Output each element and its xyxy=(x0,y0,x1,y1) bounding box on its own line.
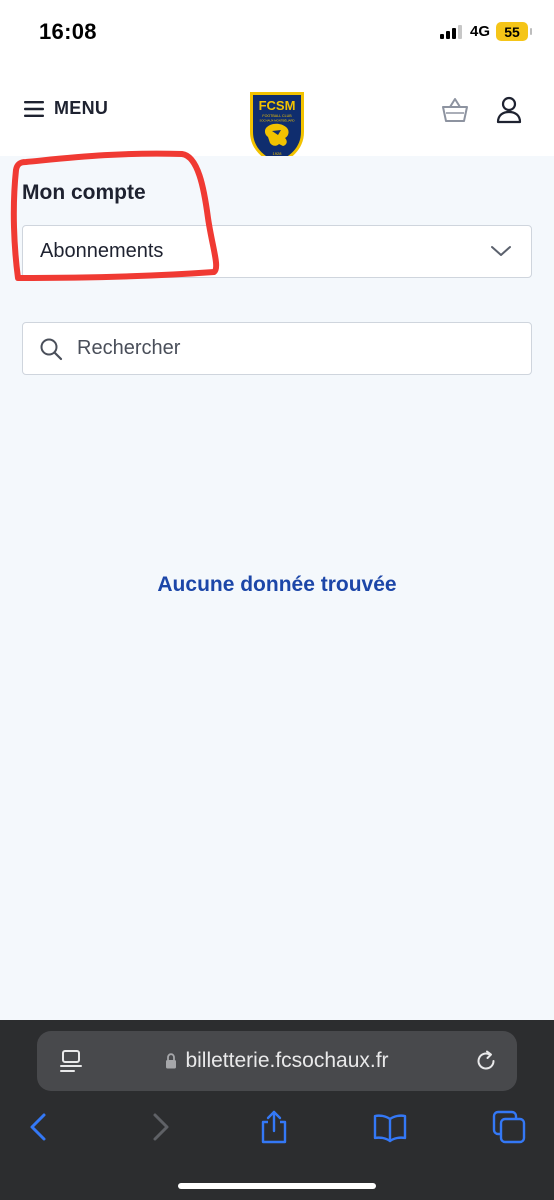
menu-label: MENU xyxy=(54,98,109,118)
main-content: Mon compte Abonnements Rechercher Aucune… xyxy=(0,150,554,1020)
bookmarks-icon[interactable] xyxy=(373,1110,407,1144)
signal-strength-icon xyxy=(439,24,462,39)
chevron-down-icon xyxy=(491,246,511,256)
forward-icon[interactable] xyxy=(142,1110,176,1144)
lock-icon xyxy=(166,1053,177,1069)
url-container: billetterie.fcsochaux.fr xyxy=(37,1049,517,1073)
site-header: MENU FCSM FOOTBALL CLUB SOCHAUX-MONTBÉLI… xyxy=(0,66,554,165)
reload-icon[interactable] xyxy=(474,1049,498,1073)
search-icon xyxy=(40,338,63,360)
menu-button[interactable]: MENU xyxy=(24,98,108,119)
network-type: 4G xyxy=(469,23,490,40)
logo-initials: FCSM xyxy=(259,98,296,113)
browser-toolbar: billetterie.fcsochaux.fr xyxy=(0,1020,554,1200)
address-bar[interactable]: billetterie.fcsochaux.fr xyxy=(37,1031,517,1091)
logo-subtitle: FOOTBALL CLUB xyxy=(262,114,292,118)
hamburger-icon xyxy=(24,100,44,117)
home-indicator xyxy=(178,1183,376,1189)
search-placeholder: Rechercher xyxy=(77,337,181,359)
fcsm-logo[interactable]: FCSM FOOTBALL CLUB SOCHAUX-MONTBÉLIARD 1… xyxy=(248,88,306,166)
share-icon[interactable] xyxy=(257,1110,291,1144)
select-value: Abonnements xyxy=(40,240,164,262)
account-section-select[interactable]: Abonnements xyxy=(22,225,532,278)
search-input[interactable]: Rechercher xyxy=(22,322,532,375)
url-text: billetterie.fcsochaux.fr xyxy=(185,1049,389,1072)
empty-state-message: Aucune donnée trouvée xyxy=(157,573,397,596)
user-icon[interactable] xyxy=(496,96,522,124)
battery-icon: 55 xyxy=(496,22,532,41)
status-bar: 16:08 4G 55 xyxy=(0,0,554,66)
status-time: 16:08 xyxy=(39,19,97,44)
tabs-icon[interactable] xyxy=(492,1110,526,1144)
page-title: Mon compte xyxy=(22,181,146,204)
status-indicators: 4G 55 xyxy=(439,22,532,41)
basket-icon[interactable] xyxy=(441,97,469,123)
back-icon[interactable] xyxy=(23,1110,57,1144)
logo-subtitle-2: SOCHAUX-MONTBÉLIARD xyxy=(260,118,295,123)
